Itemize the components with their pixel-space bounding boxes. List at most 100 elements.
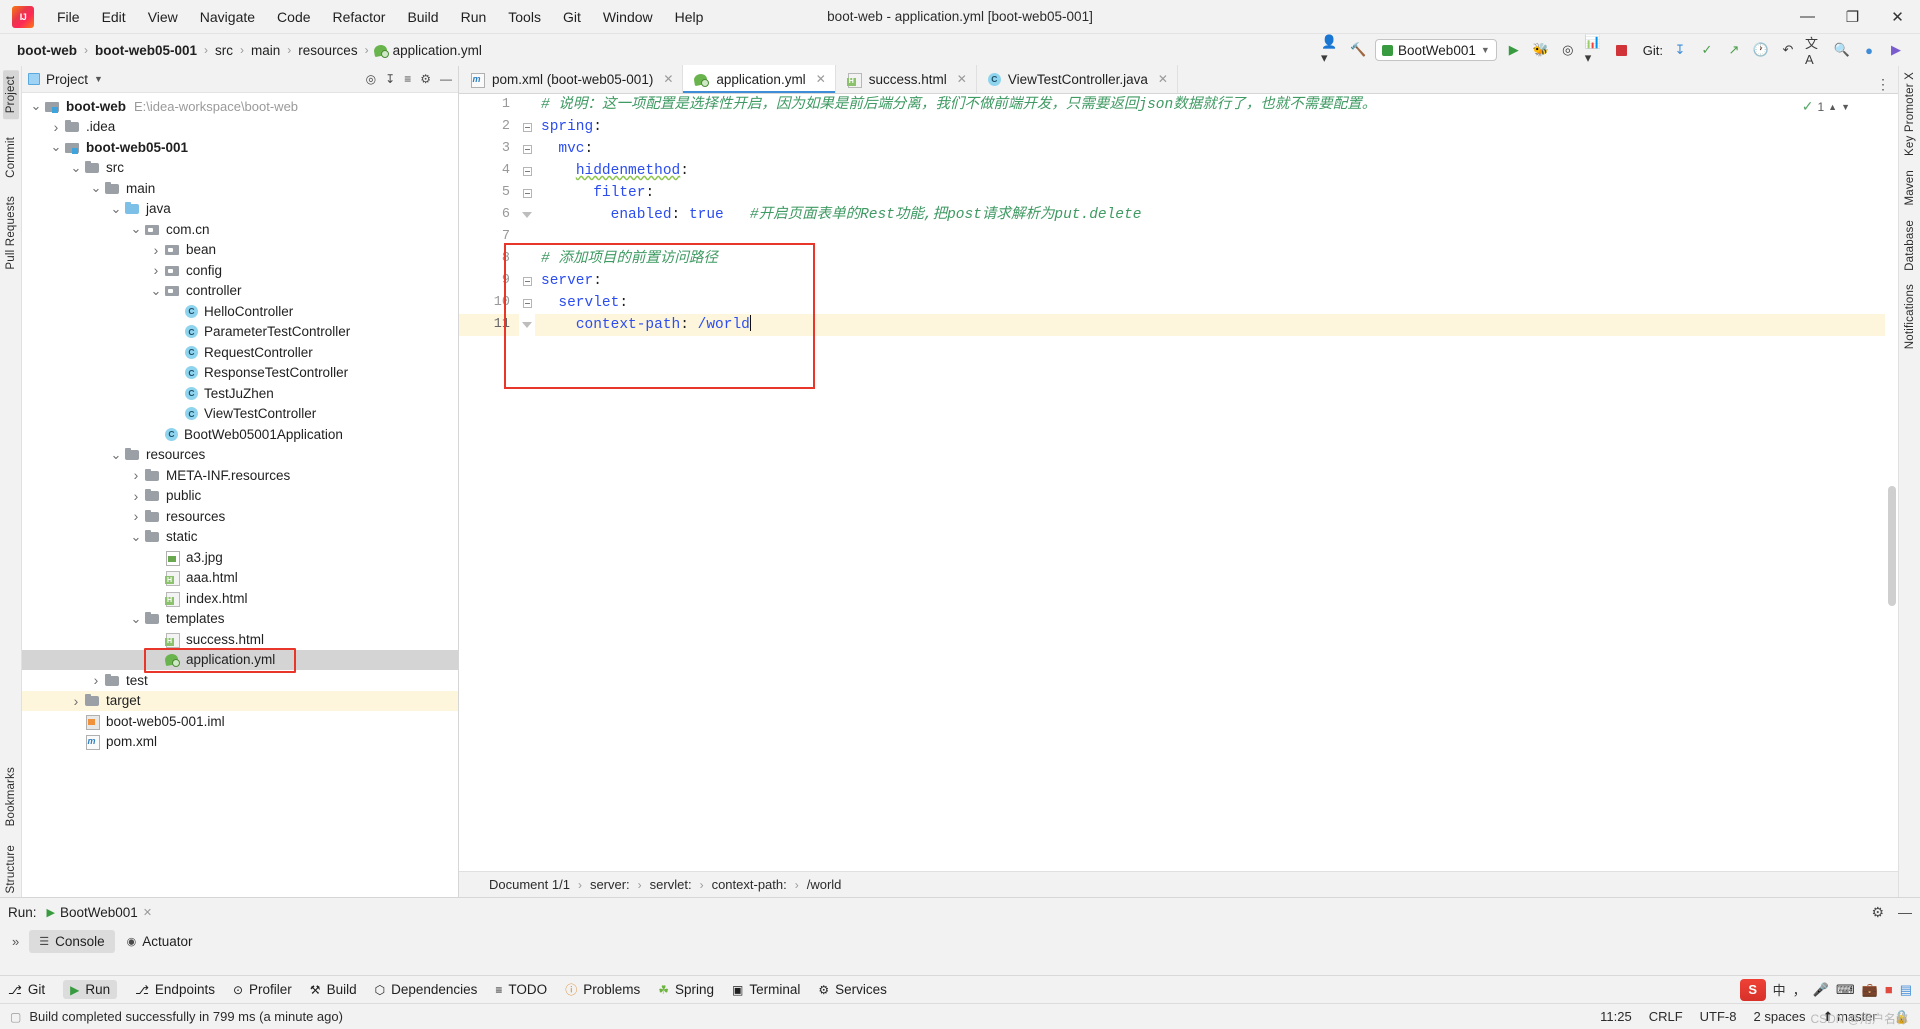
code-fold-marker[interactable]: [519, 270, 535, 292]
code-fold-marker[interactable]: [519, 116, 535, 138]
run-tabs-overflow[interactable]: »: [4, 934, 27, 949]
profiler-icon[interactable]: 📊▾: [1585, 34, 1605, 65]
editor-tab-success-html[interactable]: success.html ✕: [835, 65, 977, 93]
ime-language-label[interactable]: 中: [1773, 980, 1786, 999]
tree-item-meta-inf-resources[interactable]: › META-INF.resources: [22, 465, 458, 486]
grid-icon[interactable]: ▤: [1900, 982, 1912, 998]
rail-item-project[interactable]: Project: [2, 70, 19, 120]
maximize-icon[interactable]: ❐: [1830, 0, 1875, 34]
breadcrumb-item-boot-web[interactable]: boot-web: [14, 41, 80, 60]
comma-icon[interactable]: ，: [1793, 980, 1806, 999]
chevron-down-icon[interactable]: ⌄: [48, 139, 64, 155]
run-tab-actuator[interactable]: ◉ Actuator: [117, 930, 203, 953]
run-panel-tabs[interactable]: » ☰ Console ◉ Actuator: [0, 926, 1920, 956]
collapse-all-icon[interactable]: ≡: [404, 72, 411, 86]
close-icon[interactable]: ✕: [957, 72, 967, 86]
keyboard-icon[interactable]: ⌨: [1836, 982, 1855, 998]
chevron-down-icon[interactable]: ▼: [1841, 102, 1850, 112]
code-line[interactable]: spring:: [535, 116, 1898, 138]
search-icon[interactable]: 🔍: [1832, 40, 1852, 60]
editor-tab-viewtestcontroller-java[interactable]: ViewTestController.java ✕: [976, 65, 1178, 93]
tree-item-requestcontroller[interactable]: RequestController: [22, 342, 458, 363]
tool-window-button-git[interactable]: ⎇ Git: [8, 982, 45, 997]
tool-window-button-dependencies[interactable]: ⬡ Dependencies: [375, 982, 478, 997]
editor-breadcrumb-item[interactable]: servlet:: [650, 877, 692, 892]
chevron-right-icon[interactable]: ›: [128, 488, 144, 504]
chevron-down-icon[interactable]: ⌄: [28, 98, 44, 114]
tree-item-config[interactable]: › config: [22, 260, 458, 281]
rail-item-structure[interactable]: Structure: [5, 845, 17, 893]
menu-item-file[interactable]: File: [46, 5, 91, 29]
tree-item-src[interactable]: ⌄ src: [22, 158, 458, 179]
editor-scroll-thumb[interactable]: [1888, 486, 1896, 606]
tree-item-index-html[interactable]: index.html: [22, 588, 458, 609]
code-line[interactable]: server:: [535, 270, 1898, 292]
editor-scrollbar[interactable]: [1885, 94, 1898, 871]
chevron-down-icon[interactable]: ▼: [94, 74, 103, 84]
editor-tab-pom-xml--boot-web05-001-[interactable]: pom.xml (boot-web05-001) ✕: [459, 65, 684, 93]
tree-item-success-html[interactable]: success.html: [22, 629, 458, 650]
menu-item-tools[interactable]: Tools: [497, 5, 552, 29]
editor-tab-application-yml[interactable]: application.yml ✕: [683, 65, 836, 93]
editor-breadcrumb-item[interactable]: server:: [590, 877, 630, 892]
breadcrumb[interactable]: boot-web › boot-web05-001 › src › main › resourc…: [14, 41, 485, 60]
hide-panel-icon[interactable]: —: [1898, 904, 1912, 920]
encoding-widget[interactable]: UTF-8: [1700, 1009, 1737, 1024]
chevron-down-icon[interactable]: ⌄: [128, 611, 144, 627]
tree-item-bean[interactable]: › bean: [22, 240, 458, 261]
chevron-up-icon[interactable]: ▲: [1828, 102, 1837, 112]
rail-item-key-promoter-x[interactable]: Key Promoter X: [1904, 72, 1916, 156]
tree-item-parametertestcontroller[interactable]: ParameterTestController: [22, 322, 458, 343]
tool-window-button-services[interactable]: ⚙ Services: [818, 982, 887, 997]
tool-window-button-problems[interactable]: ⓘ Problems: [565, 981, 640, 998]
breadcrumb-item-application-yml[interactable]: application.yml: [373, 41, 485, 60]
tree-item-target[interactable]: › target: [22, 690, 458, 711]
editor-tabs-overflow[interactable]: ⋮: [1876, 76, 1898, 93]
menu-item-run[interactable]: Run: [450, 5, 498, 29]
user-settings-icon[interactable]: 👤▾: [1321, 34, 1341, 65]
chevron-right-icon[interactable]: ›: [148, 242, 164, 258]
chevron-right-icon[interactable]: ›: [148, 262, 164, 278]
code-content[interactable]: # 说明：这一项配置是选择性开启，因为如果是前后端分离，我们不做前端开发，只需要…: [535, 94, 1898, 871]
run-configuration-chip[interactable]: ▶ BootWeb001 ✕: [47, 905, 153, 920]
code-line[interactable]: mvc:: [535, 138, 1898, 160]
menu-item-build[interactable]: Build: [396, 5, 449, 29]
close-icon[interactable]: ✕: [1158, 72, 1168, 86]
chevron-down-icon[interactable]: ⌄: [108, 201, 124, 217]
code-fold-marker[interactable]: [519, 314, 535, 336]
project-tree[interactable]: ⌄ boot-web E:\idea-workspace\boot-web › .ide…: [22, 93, 458, 897]
code-line[interactable]: enabled: true #开启页面表单的Rest功能,把post请求解析为p…: [535, 204, 1898, 226]
rail-item-pull-requests[interactable]: Pull Requests: [5, 196, 17, 270]
chevron-down-icon[interactable]: ⌄: [148, 283, 164, 299]
rail-item-commit[interactable]: Commit: [5, 137, 17, 178]
tree-item-responsetestcontroller[interactable]: ResponseTestController: [22, 363, 458, 384]
editor-breadcrumb-item[interactable]: context-path:: [712, 877, 787, 892]
tool-window-button-spring[interactable]: ☘ Spring: [658, 982, 714, 997]
sogou-icon[interactable]: S: [1739, 978, 1766, 1001]
tree-item-application-yml[interactable]: application.yml: [22, 649, 458, 670]
tree-item-aaa-html[interactable]: aaa.html: [22, 568, 458, 589]
close-icon[interactable]: ✕: [816, 72, 826, 86]
rail-item-database[interactable]: Database: [1904, 220, 1916, 271]
code-fold-marker[interactable]: [519, 292, 535, 314]
rail-item-notifications[interactable]: Notifications: [1904, 284, 1916, 349]
chevron-down-icon[interactable]: ⌄: [128, 529, 144, 545]
tree-item--idea[interactable]: › .idea: [22, 117, 458, 138]
editor-breadcrumb-item[interactable]: Document 1/1: [489, 877, 570, 892]
git-update-icon[interactable]: ↧: [1670, 40, 1690, 60]
microphone-icon[interactable]: 🎤: [1813, 982, 1829, 998]
code-line[interactable]: context-path: /world: [535, 314, 1898, 336]
code-fold-marker[interactable]: [519, 182, 535, 204]
tool-window-button-build[interactable]: ⚒ Build: [310, 982, 357, 997]
code-fold-marker[interactable]: [519, 138, 535, 160]
tree-item-hellocontroller[interactable]: HelloController: [22, 301, 458, 322]
tree-item-main[interactable]: ⌄ main: [22, 178, 458, 199]
menu-item-navigate[interactable]: Navigate: [189, 5, 266, 29]
tree-item-static[interactable]: ⌄ static: [22, 527, 458, 548]
chevron-down-icon[interactable]: ⌄: [128, 221, 144, 237]
expand-all-icon[interactable]: ↧: [385, 72, 395, 86]
tool-window-button-endpoints[interactable]: ⎇ Endpoints: [135, 982, 215, 997]
line-separator-widget[interactable]: CRLF: [1649, 1009, 1683, 1024]
tool-window-button-todo[interactable]: ≡ TODO: [495, 982, 547, 997]
close-icon[interactable]: ✕: [143, 906, 152, 919]
